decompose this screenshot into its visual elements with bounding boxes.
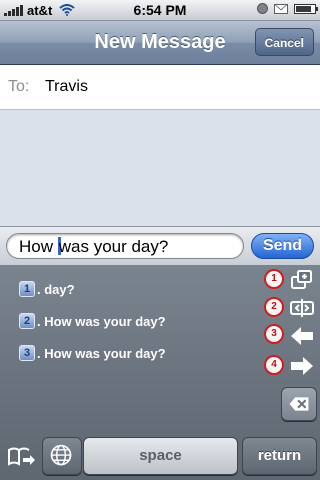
space-key[interactable]: space (83, 437, 238, 475)
marker-1: 1 (264, 269, 284, 289)
suggestion-item-2[interactable]: 2 . How was your day? (19, 313, 166, 329)
globe-icon (50, 444, 72, 466)
return-key-label: return (257, 447, 302, 464)
backspace-icon (289, 397, 309, 411)
suggestion-item-1[interactable]: 1 . day? (19, 281, 75, 297)
suggestion-item-3[interactable]: 3 . How was your day? (19, 345, 166, 361)
delete-key[interactable] (281, 387, 317, 421)
phone-screen: at&t 6:54 PM New Message Cancel To: Trav… (0, 0, 320, 480)
suggestion-number-badge: 3 (19, 345, 35, 361)
message-text-after-caret: was your day? (58, 237, 169, 256)
recipient-field[interactable]: Travis (45, 65, 88, 109)
suggestion-text: . How was your day? (37, 345, 166, 361)
compose-bar: How was your day? Send (0, 226, 320, 266)
marker-3: 3 (264, 324, 284, 344)
signal-icon (4, 4, 23, 16)
recipient-label: To: (8, 78, 30, 95)
handwriting-mode-icon[interactable] (6, 445, 36, 469)
status-bar: at&t 6:54 PM (0, 0, 320, 21)
cursor-move-icon[interactable] (290, 297, 314, 319)
suggestion-number-badge: 1 (19, 281, 35, 297)
send-button[interactable]: Send (251, 233, 314, 259)
message-input[interactable]: How was your day? (6, 233, 244, 259)
battery-icon (294, 3, 318, 14)
recipient-row[interactable]: To: Travis (0, 65, 320, 110)
mail-icon (274, 3, 288, 14)
suggestion-text: . day? (37, 281, 75, 297)
lock-icon (257, 3, 268, 14)
globe-key[interactable] (42, 437, 82, 475)
suggestion-number-badge: 2 (19, 313, 35, 329)
marker-2: 2 (264, 297, 284, 317)
marker-4: 4 (264, 355, 284, 375)
return-key[interactable]: return (242, 437, 317, 475)
space-key-label: space (139, 447, 182, 464)
conversation-area (0, 110, 320, 226)
message-text-before-caret: How (19, 237, 58, 256)
arrow-right-icon[interactable] (290, 355, 314, 377)
navigation-bar: New Message Cancel (0, 21, 320, 65)
carrier-name: at&t (27, 2, 53, 18)
keyboard-area: 1 . day? 2 . How was your day? 3 . How w… (0, 265, 320, 480)
battery-level (296, 5, 312, 12)
copy-icon[interactable] (290, 269, 314, 291)
wifi-icon (59, 4, 75, 16)
cancel-button[interactable]: Cancel (254, 28, 314, 56)
arrow-left-icon[interactable] (290, 325, 314, 347)
suggestion-text: . How was your day? (37, 313, 166, 329)
